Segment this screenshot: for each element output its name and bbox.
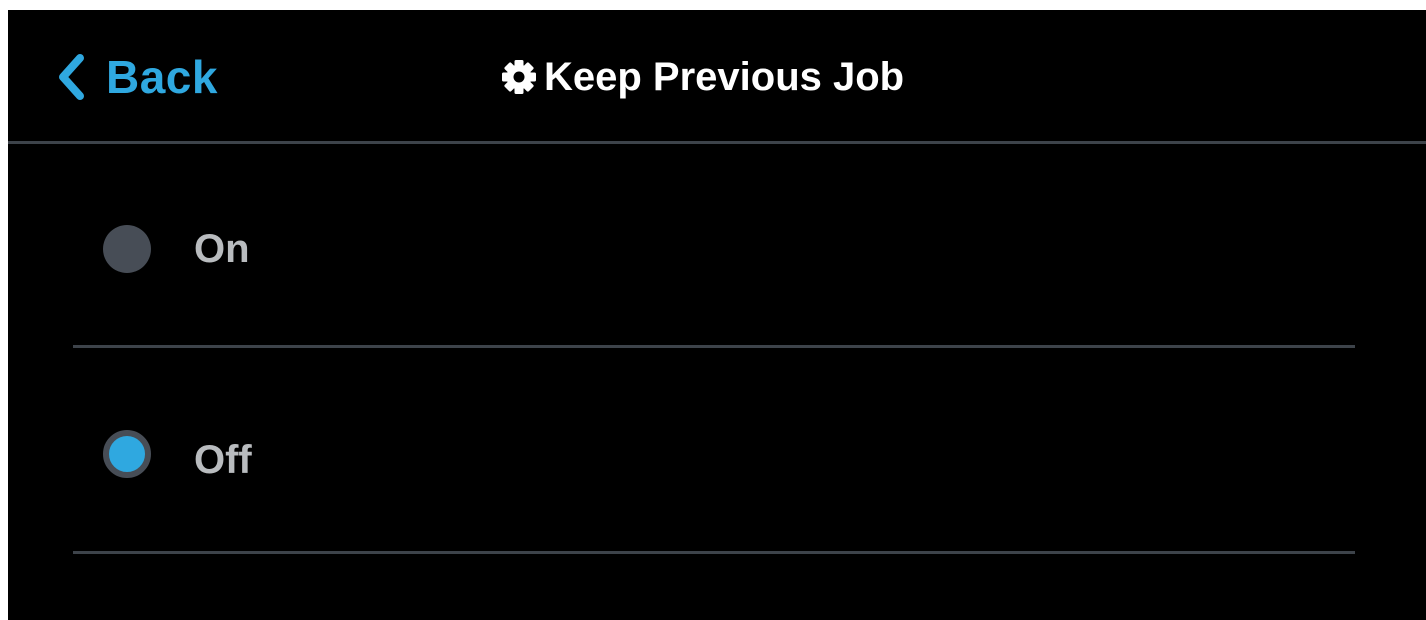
back-label: Back [106, 51, 218, 103]
radio-on[interactable] [103, 225, 151, 273]
back-button[interactable]: Back [56, 42, 218, 112]
divider [73, 551, 1355, 554]
option-on[interactable]: On [73, 144, 1355, 348]
option-off-label: Off [194, 438, 252, 482]
settings-screen: Back Keep Previous Job On Off [8, 10, 1426, 620]
option-off[interactable]: Off [73, 350, 1355, 554]
option-on-label: On [194, 227, 250, 271]
radio-off-selected[interactable] [103, 430, 151, 478]
page-title-text: Keep Previous Job [544, 54, 905, 99]
header-bar: Back Keep Previous Job [8, 10, 1426, 144]
divider [73, 345, 1355, 348]
chevron-left-icon [56, 54, 86, 100]
gear-icon [500, 58, 544, 96]
page-title: Keep Previous Job [500, 46, 904, 108]
